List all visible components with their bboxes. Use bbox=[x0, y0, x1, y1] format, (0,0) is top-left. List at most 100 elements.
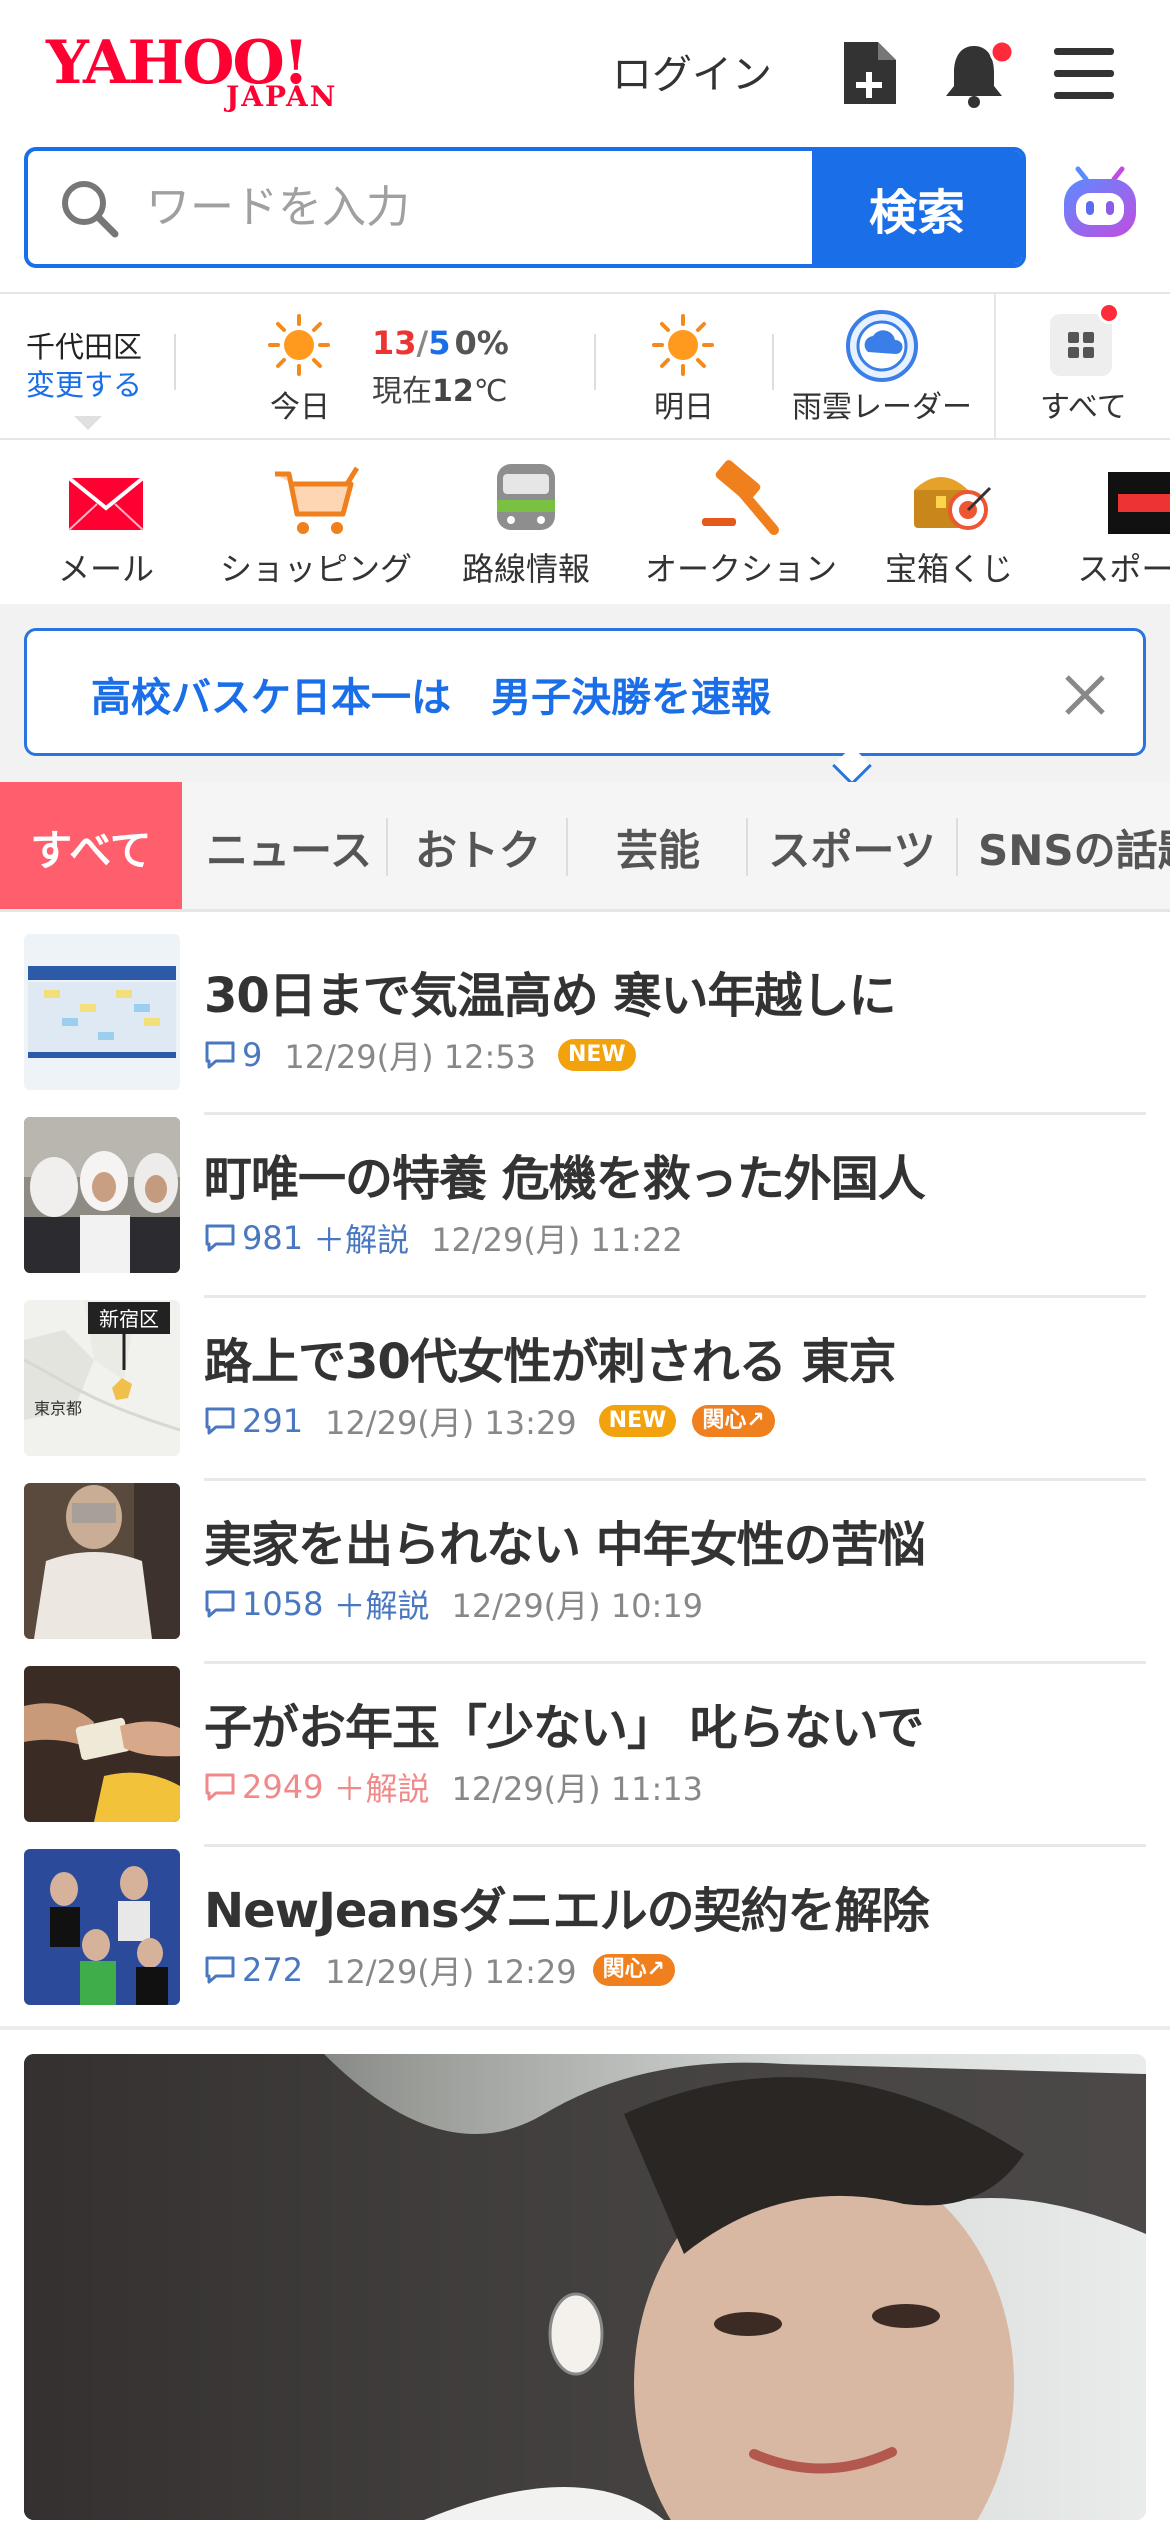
sunny-icon bbox=[652, 314, 714, 376]
new-document-icon[interactable] bbox=[840, 38, 900, 112]
shopping-cart-icon bbox=[275, 466, 360, 534]
today-label: 今日 bbox=[270, 390, 330, 425]
divider bbox=[174, 334, 176, 390]
service-shopping[interactable]: ショッピング bbox=[210, 440, 422, 604]
news-title: 路上で30代女性が刺される 東京 bbox=[204, 1334, 897, 1390]
grid-icon bbox=[1050, 314, 1112, 376]
header: YAHOO! JAPAN ログイン bbox=[0, 0, 1170, 145]
section-divider bbox=[0, 2026, 1170, 2030]
comment-count: 2949 ＋解説 bbox=[204, 1764, 429, 1810]
notification-bell-icon[interactable] bbox=[942, 38, 1018, 114]
news-thumbnail-photo bbox=[24, 1483, 180, 1639]
service-label: オークション bbox=[644, 550, 838, 588]
divider bbox=[994, 294, 996, 440]
comment-icon bbox=[205, 1956, 235, 1984]
comment-count: 272 bbox=[204, 1951, 303, 1989]
tomorrow-label: 明日 bbox=[654, 390, 714, 425]
service-lottery[interactable]: 宝箱くじ bbox=[876, 440, 1022, 604]
login-link[interactable]: ログイン bbox=[612, 42, 772, 100]
service-shortcuts: メール ショッピング 路線情報 オークション 宝箱くじ スポー bbox=[0, 440, 1170, 604]
now-temp-unit: ℃ bbox=[473, 374, 508, 409]
service-label: メール bbox=[57, 550, 155, 588]
divider bbox=[772, 334, 774, 390]
map-label-city: 東京都 bbox=[34, 1399, 82, 1418]
news-thumbnail-photo bbox=[24, 1849, 180, 2005]
new-badge: NEW bbox=[557, 1039, 636, 1071]
service-auction[interactable]: オークション bbox=[636, 440, 846, 604]
notification-dot bbox=[1098, 302, 1120, 324]
list-item[interactable]: 30日まで気温高め 寒い年越しに 9 12/29(月) 12:53 NEW bbox=[0, 932, 1170, 1115]
service-label: 宝箱くじ bbox=[884, 550, 1014, 588]
comment-icon bbox=[205, 1590, 235, 1618]
now-temp-value: 12 bbox=[432, 374, 474, 409]
tab-sns[interactable]: SNSの話題 bbox=[958, 782, 1170, 909]
news-time: 12/29(月) 13:29 bbox=[325, 1404, 577, 1442]
comment-count: 291 bbox=[204, 1402, 303, 1440]
high-temp: 13 bbox=[372, 324, 417, 362]
auction-hammer-icon bbox=[702, 460, 779, 535]
low-temp: 5 bbox=[428, 324, 451, 362]
temperature-range: 13/5 0% bbox=[372, 324, 509, 362]
commentary-label: ＋解説 bbox=[313, 1221, 410, 1259]
news-meta: 9 12/29(月) 12:53 NEW bbox=[204, 1032, 636, 1078]
treasure-box-icon bbox=[914, 477, 992, 530]
tab-entertainment[interactable]: 芸能 bbox=[568, 782, 748, 909]
service-sports[interactable]: スポーツ bbox=[1056, 440, 1170, 604]
service-transit[interactable]: 路線情報 bbox=[446, 440, 606, 604]
commentary-label: ＋解説 bbox=[333, 1587, 430, 1625]
news-title: 町唯一の特養 危機を救った外国人 bbox=[204, 1151, 926, 1207]
change-location-link[interactable]: 変更する bbox=[26, 366, 142, 404]
list-item[interactable]: 町唯一の特養 危機を救った外国人 981 ＋解説 12/29(月) 11:22 bbox=[0, 1115, 1170, 1298]
news-title: 実家を出られない 中年女性の苦悩 bbox=[204, 1517, 926, 1573]
service-label: 路線情報 bbox=[461, 550, 591, 588]
news-thumbnail-map: 新宿区 東京都 bbox=[24, 1300, 180, 1456]
list-item[interactable]: 新宿区 東京都 路上で30代女性が刺される 東京 291 12/29(月) 13… bbox=[0, 1298, 1170, 1481]
service-label: スポーツ bbox=[1077, 550, 1170, 588]
precipitation: 0% bbox=[454, 324, 509, 362]
tab-deals[interactable]: おトク bbox=[388, 782, 568, 909]
new-badge: NEW bbox=[598, 1405, 677, 1437]
comment-icon bbox=[205, 1773, 235, 1801]
comment-number: 9 bbox=[242, 1036, 263, 1074]
news-meta: 1058 ＋解説 12/29(月) 10:19 bbox=[204, 1581, 703, 1627]
location[interactable]: 千代田区 変更する bbox=[26, 328, 142, 404]
news-meta: 2949 ＋解説 12/29(月) 11:13 bbox=[204, 1764, 703, 1810]
comment-icon bbox=[205, 1224, 235, 1252]
location-name: 千代田区 bbox=[26, 330, 143, 364]
news-meta: 272 12/29(月) 12:29 関心↗ bbox=[204, 1947, 676, 1993]
banner-text: 高校バスケ日本一は 男子決勝を速報 bbox=[91, 675, 771, 721]
yahoo-japan-logo[interactable]: YAHOO! JAPAN bbox=[46, 28, 366, 118]
divider bbox=[594, 334, 596, 390]
service-mail[interactable]: メール bbox=[30, 440, 182, 604]
service-label: ショッピング bbox=[219, 550, 413, 588]
comment-number: 272 bbox=[242, 1951, 304, 1989]
list-item[interactable]: 実家を出られない 中年女性の苦悩 1058 ＋解説 12/29(月) 10:19 bbox=[0, 1481, 1170, 1664]
comment-icon bbox=[205, 1407, 235, 1435]
list-item[interactable]: 子がお年玉「少ない」 叱らないで 2949 ＋解説 12/29(月) 11:13 bbox=[0, 1664, 1170, 1847]
search-button[interactable]: 検索 bbox=[812, 151, 1022, 264]
news-title: NewJeansダニエルの契約を解除 bbox=[204, 1883, 930, 1939]
radar-icon bbox=[846, 310, 918, 382]
breaking-news-banner[interactable]: 高校バスケ日本一は 男子決勝を速報 bbox=[24, 628, 1146, 756]
close-icon[interactable] bbox=[1061, 671, 1109, 723]
search-input[interactable] bbox=[28, 151, 814, 264]
menu-icon[interactable] bbox=[1052, 46, 1116, 106]
commentary-label: ＋解説 bbox=[333, 1770, 430, 1808]
news-time: 12/29(月) 12:29 bbox=[325, 1953, 577, 1991]
weather-bar: 千代田区 変更する 今日 13/5 0% 現在12℃ 明日 雨雲レーダー すべて bbox=[0, 292, 1170, 440]
comment-number: 291 bbox=[242, 1402, 304, 1440]
featured-article-photo[interactable] bbox=[24, 2054, 1146, 2520]
tab-sports[interactable]: スポーツ bbox=[748, 782, 956, 909]
search-bar: 検索 bbox=[24, 147, 1026, 268]
map-label-ward: 新宿区 bbox=[99, 1307, 159, 1331]
ai-assistant-icon[interactable] bbox=[1058, 165, 1142, 253]
category-tabs: すべて ニュース おトク 芸能 スポーツ SNSの話題 bbox=[0, 782, 1170, 912]
comment-count: 981 ＋解説 bbox=[204, 1215, 409, 1261]
news-thumbnail-photo bbox=[24, 1666, 180, 1822]
mail-icon bbox=[67, 476, 145, 531]
tab-all[interactable]: すべて bbox=[0, 782, 182, 909]
tab-news[interactable]: ニュース bbox=[192, 782, 386, 909]
comment-icon bbox=[205, 1041, 235, 1069]
comment-count: 1058 ＋解説 bbox=[204, 1581, 429, 1627]
list-item[interactable]: NewJeansダニエルの契約を解除 272 12/29(月) 12:29 関心… bbox=[0, 1847, 1170, 2030]
